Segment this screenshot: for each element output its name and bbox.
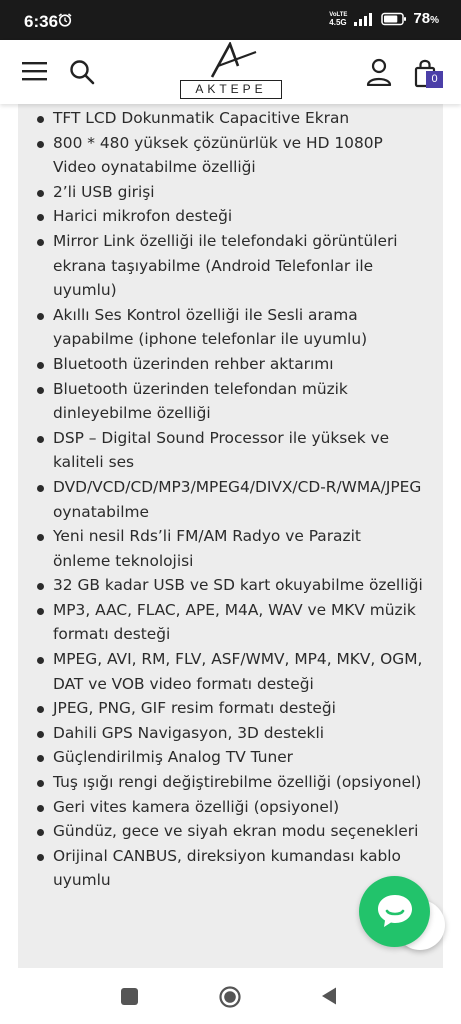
alarm-clock-icon [58,13,72,27]
feature-list-item: 32 GB kadar USB ve SD kart okuyabilme öz… [37,573,423,598]
feature-list-item: 2’li USB girişi [37,180,423,205]
logo-mark-icon [210,42,257,78]
cart-count-badge[interactable]: 0 [426,71,443,88]
feature-list-item: Dahili GPS Navigasyon, 3D destekli [37,721,423,746]
feature-list-item: Yeni nesil Rds’li FM/AM Radyo ve Parazit… [37,524,423,573]
chat-bubble-icon [378,895,412,927]
live-chat-button[interactable] [359,876,430,947]
feature-list-item: JPEG, PNG, GIF resim formatı desteği [37,696,423,721]
square-recent-apps-icon[interactable] [121,988,138,1005]
system-navigation-bar [0,968,461,1024]
feature-list-item: Gündüz, gece ve siyah ekran modu seçenek… [37,819,423,844]
signal-strength-icon [354,12,373,26]
circle-home-icon[interactable] [219,986,241,1008]
battery-icon [381,12,407,25]
battery-percent-value: 78 [413,10,431,27]
feature-list-item: Akıllı Ses Kontrol özelliği ile Sesli ar… [37,303,423,352]
status-bar: 6:36 VoLTE 4.5G 78% [0,0,461,40]
user-icon[interactable] [366,58,392,86]
feature-list-item: MPEG, AVI, RM, FLV, ASF/WMV, MP4, MKV, O… [37,647,423,696]
feature-list-item: Bluetooth üzerinden rehber aktarımı [37,352,423,377]
network-type-label: 4.5G [329,17,347,27]
feature-list-item: TFT LCD Dokunmatik Capacitive Ekran [37,106,423,131]
feature-list-item: Harici mikrofon desteği [37,204,423,229]
product-description: TFT LCD Dokunmatik Capacitive Ekran 800 *… [18,104,443,968]
status-time: 6:36 [24,12,59,31]
feature-list-item: Orijinal CANBUS, direksiyon kumandası ka… [37,844,423,893]
triangle-back-icon[interactable] [320,986,338,1006]
feature-list-item: DSP – Digital Sound Processor ile yüksek… [37,426,423,475]
feature-list-item: DVD/VCD/CD/MP3/MPEG4/DIVX/CD-R/WMA/JPEG … [37,475,423,524]
feature-list-item: Bluetooth üzerinden telefondan müzik din… [37,377,423,426]
feature-list-item: Geri vites kamera özelliği (opsiyonel) [37,795,423,820]
feature-list-item: Tuş ışığı rengi değiştirebilme özelliği … [37,770,423,795]
site-header: AKTEPE [0,40,461,104]
aktepe-logo[interactable]: AKTEPE [178,42,284,100]
network-indicator: VoLTE 4.5G [329,11,347,27]
hamburger-menu-icon[interactable] [22,60,48,82]
battery-percent-unit: % [430,15,439,26]
battery-percent: 78% [413,10,439,27]
feature-list-item: Güçlendirilmiş Analog TV Tuner [37,745,423,770]
status-indicators: VoLTE 4.5G 78% [329,10,439,27]
feature-list-item: MP3, AAC, FLAC, APE, M4A, WAV ve MKV müz… [37,598,423,647]
feature-list: TFT LCD Dokunmatik Capacitive Ekran 800 *… [18,104,443,893]
logo-wordmark: AKTEPE [180,80,282,99]
search-icon[interactable] [68,58,96,86]
feature-list-item: Mirror Link özelliği ile telefondaki gör… [37,229,423,303]
feature-list-item: 800 * 480 yüksek çözünürlük ve HD 1080P … [37,131,423,180]
